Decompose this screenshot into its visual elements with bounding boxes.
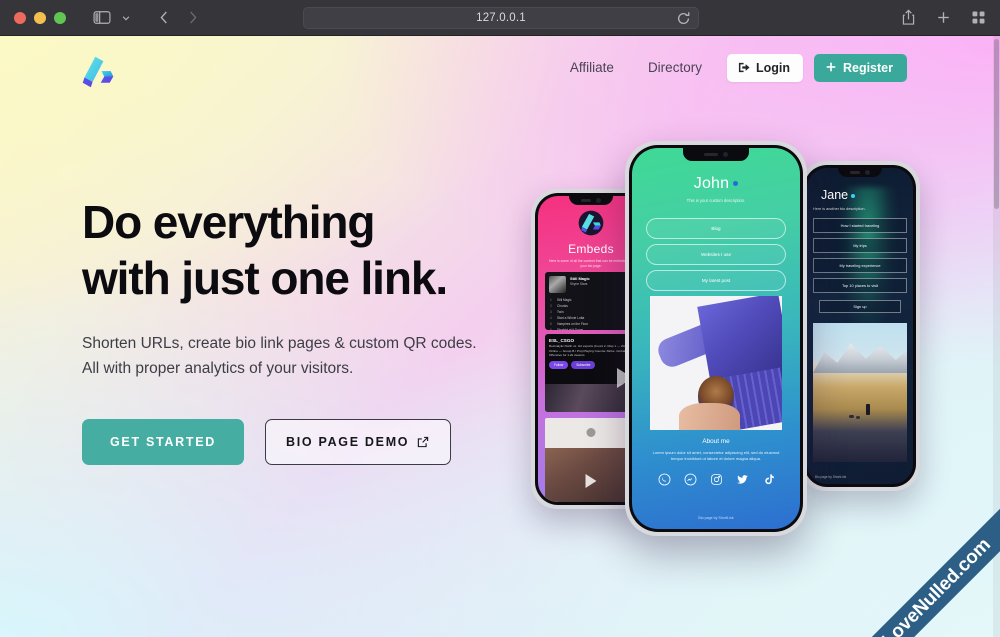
phone-notch <box>838 168 882 177</box>
page-title: Do everything with just one link. <box>82 196 448 305</box>
verified-dot-icon <box>851 193 856 198</box>
sidebar-toggle-icon[interactable] <box>92 9 112 27</box>
jane-signup-button[interactable]: Sign up <box>819 300 901 313</box>
main-navigation: Affiliate Directory Login Register <box>553 52 907 83</box>
stream-title: ESL_CSGO <box>549 338 575 343</box>
messenger-icon[interactable] <box>684 473 697 486</box>
video-avatar <box>586 428 596 437</box>
share-icon[interactable] <box>900 8 917 26</box>
john-link-button[interactable]: Websites I use <box>646 244 786 265</box>
phone-mockup-john: John This is your custom description. Bl… <box>625 141 807 536</box>
social-links <box>632 473 800 486</box>
site-header: Affiliate Directory Login Register <box>0 36 993 108</box>
john-photo <box>650 296 782 430</box>
mockup-jane-name: Jane <box>821 188 856 202</box>
john-link-button[interactable]: Blog <box>646 218 786 239</box>
hero-actions: GET STARTED BIO PAGE DEMO <box>82 419 552 466</box>
hero-subtitle: Shorten URLs, create bio link pages & cu… <box>82 335 477 377</box>
register-button[interactable]: Register <box>813 53 907 82</box>
web-page: Affiliate Directory Login Register Do ev… <box>0 36 1000 637</box>
about-heading: About me <box>702 438 730 445</box>
back-button[interactable] <box>155 10 173 25</box>
plus-icon <box>825 61 838 74</box>
mockup-embeds-subtitle: Here is some of all the content that can… <box>548 259 634 269</box>
forward-button[interactable] <box>183 10 201 25</box>
jane-link-button[interactable]: My traveling experience <box>813 258 907 273</box>
bio-page-demo-label: BIO PAGE DEMO <box>285 435 410 450</box>
maximize-window-button[interactable] <box>54 11 66 24</box>
tiktok-icon[interactable] <box>762 473 775 486</box>
jane-footer: Bio page by ShortLink <box>815 475 847 479</box>
follow-button[interactable]: Follow <box>549 360 569 369</box>
john-footer: Bio page by ShortLink <box>698 516 734 520</box>
login-button[interactable]: Login <box>726 53 803 82</box>
get-started-button[interactable]: GET STARTED <box>82 419 244 466</box>
mockup-john-name: John <box>632 175 800 193</box>
phone-notch <box>683 148 749 161</box>
jane-link-button[interactable]: My trips <box>813 238 907 253</box>
mockup-stream-embed: ESL_CSGO ReAnalytic North vs. G2 esports… <box>545 334 637 412</box>
brand-logo-icon[interactable] <box>80 54 116 90</box>
stream-description: ReAnalytic North vs. G2 esports (Count 2… <box>549 344 628 358</box>
mockup-video-embed <box>545 418 637 502</box>
play-icon[interactable] <box>585 474 597 488</box>
phone-mockup-jane: Jane Here is another bio description. Ho… <box>800 161 920 491</box>
mockup-music-embed: Still Magic Shyne Stars 1 Still Magic 2 Ch… <box>545 272 637 330</box>
register-label: Register <box>842 60 893 75</box>
track-artist: Shyne Stars <box>570 282 588 286</box>
nav-link-affiliate[interactable]: Affiliate <box>553 52 631 83</box>
toolbar-actions <box>900 8 987 26</box>
url-text: 127.0.0.1 <box>476 12 526 24</box>
external-link-icon <box>417 436 430 449</box>
bio-page-demo-button[interactable]: BIO PAGE DEMO <box>264 419 452 466</box>
about-text: Lorem ipsum dolor sit amet, consectetur … <box>652 450 780 462</box>
tab-overview-icon[interactable] <box>970 8 987 26</box>
nav-link-directory[interactable]: Directory <box>631 52 719 83</box>
mockup-logo-icon <box>578 210 604 236</box>
tracklist-row: 6 Straight at it Down <box>550 328 584 330</box>
address-bar[interactable]: 127.0.0.1 <box>303 7 699 29</box>
jane-link-button[interactable]: Top 10 places to visit <box>813 278 907 293</box>
mockup-jane-subtitle: Here is another bio description. <box>813 207 866 211</box>
reload-icon[interactable] <box>676 11 691 26</box>
chevron-down-icon[interactable] <box>119 13 133 23</box>
album-art <box>549 276 566 293</box>
stream-thumbnail <box>545 384 637 412</box>
new-tab-icon[interactable] <box>935 8 952 26</box>
jane-photo <box>813 323 907 462</box>
scrollbar-thumb[interactable] <box>994 39 999 209</box>
subscribe-button[interactable]: Subscribe <box>571 360 596 369</box>
whatsapp-icon[interactable] <box>658 473 671 486</box>
hero-section: Do everything with just one link. Shorte… <box>82 194 552 466</box>
phone-mockups: Embeds Here is some of all the content t… <box>520 141 930 541</box>
jane-link-button[interactable]: How I started traveling <box>813 218 907 233</box>
instagram-icon[interactable] <box>710 473 723 486</box>
verified-dot-icon <box>733 181 739 187</box>
browser-toolbar: 127.0.0.1 <box>0 0 1000 36</box>
window-controls <box>14 11 66 24</box>
phone-notch <box>569 196 613 205</box>
watermark-text: LoveNulled.com <box>878 534 995 637</box>
sign-in-icon <box>738 61 751 74</box>
track-name: Still Magic <box>570 276 590 281</box>
mockup-john-subtitle: This is your custom description. <box>686 198 746 203</box>
twitter-icon[interactable] <box>736 473 749 486</box>
john-link-button[interactable]: My latest post <box>646 270 786 291</box>
close-window-button[interactable] <box>14 11 26 24</box>
login-label: Login <box>755 60 790 75</box>
minimize-window-button[interactable] <box>34 11 46 24</box>
